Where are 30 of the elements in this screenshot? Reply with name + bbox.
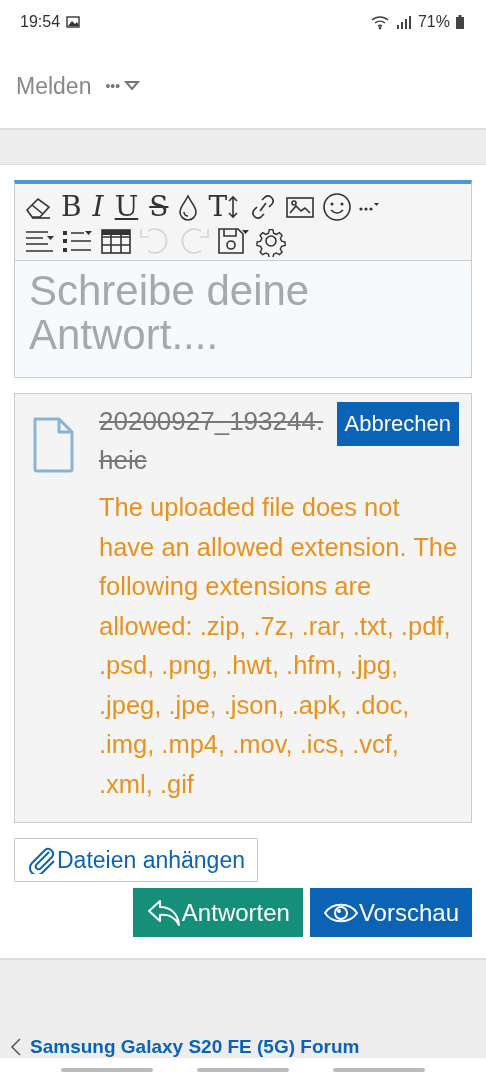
resize-arrow-icon	[227, 194, 240, 220]
battery-icon	[456, 15, 464, 29]
report-link[interactable]: Melden	[16, 72, 92, 100]
strikethrough-button[interactable]: S	[146, 192, 172, 222]
image-icon	[66, 16, 81, 28]
attach-files-button[interactable]: Dateien anhängen	[14, 838, 258, 882]
reply-input[interactable]: Schreibe deine Antwort....	[15, 261, 471, 377]
battery-level: 71%	[417, 13, 450, 31]
underline-button[interactable]: U	[111, 192, 142, 222]
smiley-icon[interactable]	[321, 192, 354, 222]
table-icon[interactable]	[99, 227, 133, 255]
wifi-icon	[369, 14, 390, 30]
file-name: 20200927_193244.heic	[99, 405, 325, 477]
italic-button[interactable]: I	[89, 192, 107, 222]
caret-icon	[124, 80, 141, 92]
more-menu[interactable]: •••	[105, 78, 141, 94]
error-message: The uploaded file does not have an allowed extension. The following extensions are allowed: .zip, .7z, .rar, .txt, .pdf, .psd, .png, .hwt, .hfm, .jpg, .jpeg, .jpe, .json, .apk, .doc, .img, .mp4, .mov, .ics, .vcf, .xml, .gif	[99, 492, 459, 800]
preview-button[interactable]: Vorschau	[309, 888, 472, 937]
cancel-button[interactable]: Abbrechen	[336, 402, 459, 446]
status-time: 19:54	[20, 13, 61, 31]
save-icon[interactable]	[216, 226, 250, 256]
reply-arrow-icon	[145, 897, 182, 928]
back-icon[interactable]	[10, 1037, 22, 1057]
file-icon	[31, 416, 75, 474]
text-size-button[interactable]: T	[205, 192, 243, 222]
signal-icon	[395, 15, 412, 29]
forum-link[interactable]: Samsung Galaxy S20 FE (5G) Forum	[30, 1036, 360, 1058]
bold-button[interactable]: B	[58, 192, 85, 222]
paperclip-icon	[27, 846, 57, 874]
reply-button[interactable]: Antworten	[132, 888, 303, 937]
